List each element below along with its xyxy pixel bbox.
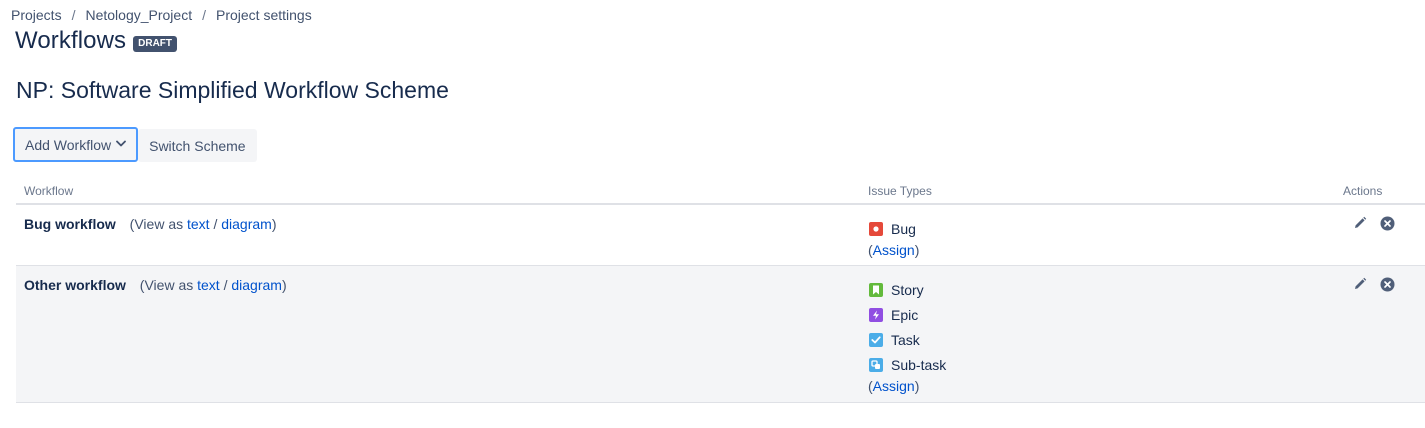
workflow-name: Bug workflow [24, 216, 116, 232]
workflow-cell: Bug workflow (View as text / diagram) [16, 205, 868, 265]
page-header: Workflows DRAFT [15, 27, 178, 55]
assign-close: ) [914, 242, 920, 258]
issue-type-task: Task [868, 327, 1343, 352]
switch-scheme-button[interactable]: Switch Scheme [138, 129, 257, 162]
assign-link[interactable]: Assign [873, 378, 915, 394]
view-as-diagram-link[interactable]: diagram [221, 216, 272, 232]
workflow-table: Workflow Issue Types Actions Bug workflo… [16, 180, 1425, 403]
delete-icon[interactable] [1379, 215, 1395, 231]
view-as-close: ) [281, 277, 287, 293]
issue-type-label: Task [891, 331, 920, 348]
issue-types-cell: Story Epic Task Sub-task (Assign) [868, 266, 1343, 402]
page-title: Workflows [15, 27, 127, 54]
scheme-title: NP: Software Simplified Workflow Scheme [16, 77, 449, 103]
column-header-actions: Actions [1343, 184, 1383, 198]
assign-link[interactable]: Assign [873, 242, 915, 258]
view-as-label: (View as [129, 216, 184, 232]
view-as-text-link[interactable]: text [187, 216, 210, 232]
view-as-separator: / [213, 216, 218, 232]
view-as: (View as text / diagram) [140, 277, 287, 293]
breadcrumb-project-settings[interactable]: Project settings [216, 7, 312, 23]
assign-wrapper: (Assign) [868, 241, 1343, 259]
issue-types-cell: Bug (Assign) [868, 205, 1343, 265]
workflow-cell: Other workflow (View as text / diagram) [16, 266, 868, 402]
column-header-workflow: Workflow [24, 184, 74, 198]
breadcrumb-project[interactable]: Netology_Project [85, 7, 192, 23]
view-as: (View as text / diagram) [130, 216, 277, 232]
issue-type-label: Bug [891, 220, 916, 237]
issue-type-bug: Bug [868, 216, 1343, 241]
issue-type-story: Story [868, 277, 1343, 302]
issue-type-epic: Epic [868, 302, 1343, 327]
add-workflow-button[interactable]: Add Workflow [13, 127, 139, 162]
view-as-text-link[interactable]: text [197, 277, 220, 293]
edit-pencil-icon[interactable] [1352, 276, 1368, 292]
breadcrumb-separator: / [202, 7, 206, 23]
column-header-issue-types: Issue Types [868, 184, 932, 198]
actions-cell [1343, 266, 1395, 402]
view-as-diagram-link[interactable]: diagram [231, 277, 282, 293]
chevron-down-icon [116, 139, 127, 150]
bug-icon [869, 221, 883, 236]
issue-type-label: Epic [891, 306, 919, 323]
view-as-close: ) [271, 216, 277, 232]
issue-type-subtask: Sub-task [868, 352, 1343, 377]
issue-type-label: Sub-task [891, 356, 947, 373]
assign-close: ) [914, 378, 920, 394]
story-icon [869, 282, 883, 297]
breadcrumb: Projects / Netology_Project / Project se… [11, 7, 312, 23]
view-as-label: (View as [139, 277, 194, 293]
delete-icon[interactable] [1379, 276, 1395, 292]
breadcrumb-projects[interactable]: Projects [11, 7, 62, 23]
draft-lozenge: DRAFT [133, 36, 178, 52]
actions-cell [1343, 205, 1395, 265]
view-as-separator: / [223, 277, 228, 293]
epic-icon [869, 307, 883, 322]
task-icon [869, 332, 883, 347]
issue-type-label: Story [891, 281, 924, 298]
add-workflow-label: Add Workflow [25, 136, 112, 153]
subtask-icon [869, 357, 883, 372]
table-header: Workflow Issue Types Actions [16, 180, 1425, 205]
workflow-name: Other workflow [24, 277, 126, 293]
breadcrumb-separator: / [71, 7, 76, 23]
toolbar: Add Workflow Switch Scheme [13, 127, 257, 162]
table-row: Other workflow (View as text / diagram) … [16, 266, 1425, 403]
table-row: Bug workflow (View as text / diagram) Bu… [16, 205, 1425, 266]
edit-pencil-icon[interactable] [1352, 215, 1368, 231]
assign-wrapper: (Assign) [868, 377, 1343, 395]
